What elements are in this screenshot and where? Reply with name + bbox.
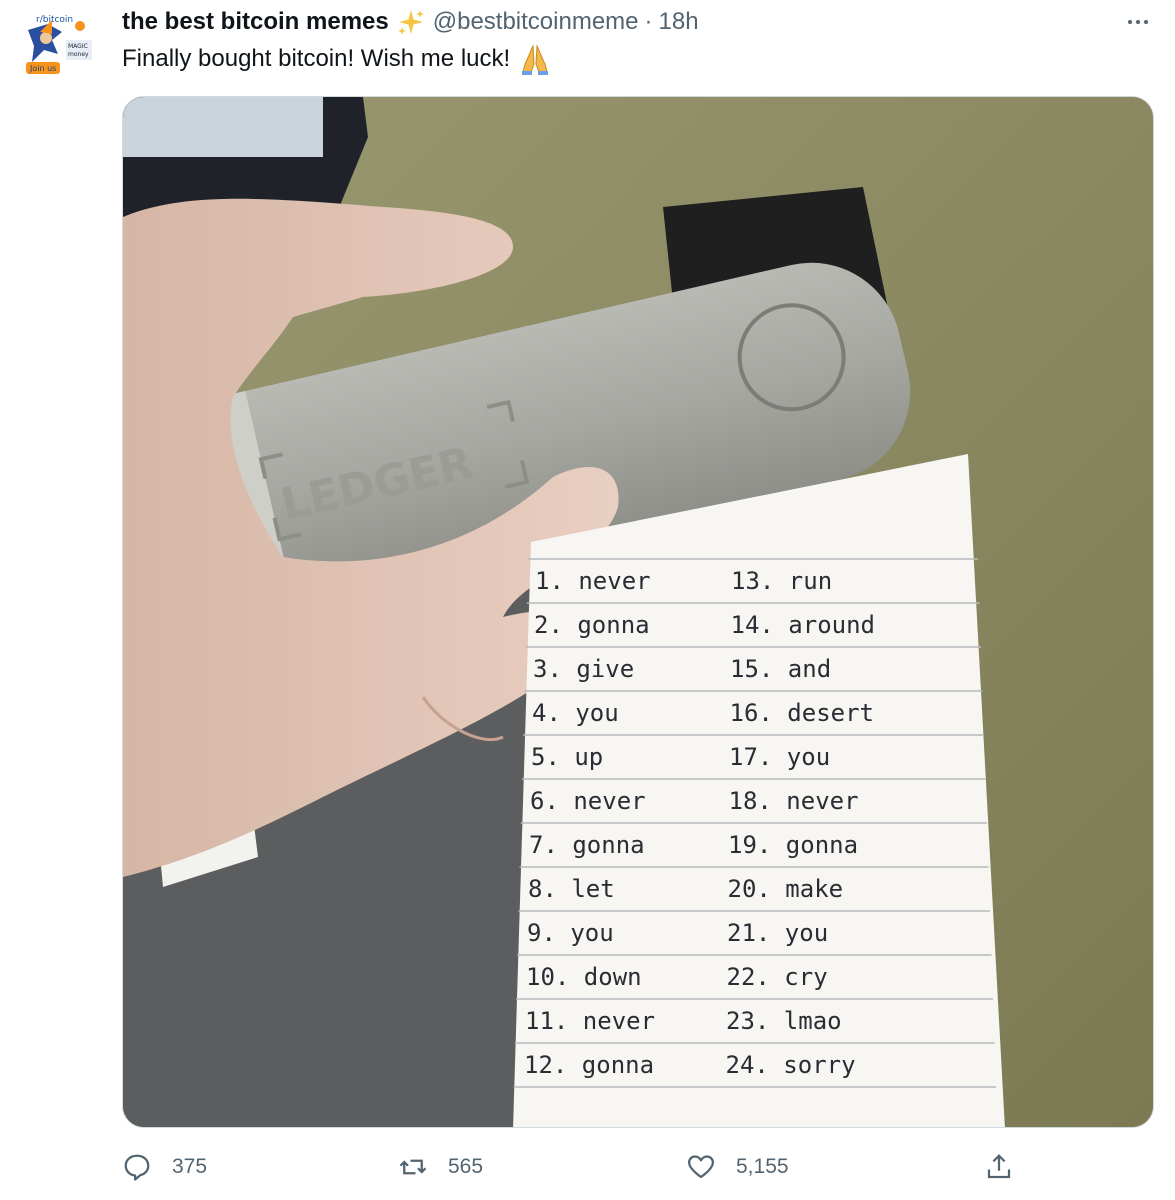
note-item-left: 1. never xyxy=(535,567,651,595)
note-item-left: 2. gonna xyxy=(534,611,650,639)
author-name[interactable]: the best bitcoin memes xyxy=(122,8,389,36)
share-icon xyxy=(987,1154,1011,1179)
avatar-caption-bottom: Join us xyxy=(29,64,56,73)
note-item-right: 20. make xyxy=(728,875,844,903)
dot-icon xyxy=(1144,20,1148,24)
laptop-screen xyxy=(123,97,323,157)
note-item-right: 19. gonna xyxy=(728,831,858,859)
note-item-right: 23. lmao xyxy=(726,1007,842,1035)
note-item-right: 17. you xyxy=(729,743,830,771)
note-item-left: 5. up xyxy=(531,743,603,771)
note-item-left: 10. down xyxy=(526,963,642,991)
note-item-left: 4. you xyxy=(532,699,619,727)
svg-text:money: money xyxy=(68,51,89,58)
tweet-header: the best bitcoin memes @bestbitcoinmeme … xyxy=(122,6,699,38)
note-item-left: 7. gonna xyxy=(529,831,645,859)
share-button[interactable] xyxy=(984,1150,1034,1184)
note-item-right: 16. desert xyxy=(730,699,875,727)
avatar[interactable]: r/bitcoin MAGIC money Join us xyxy=(22,10,98,78)
reply-icon xyxy=(124,1154,150,1181)
avatar-caption-top: r/bitcoin xyxy=(36,15,73,25)
note-item-right: 15. and xyxy=(730,655,831,683)
tweet-body: Finally bought bitcoin! Wish me luck! xyxy=(122,45,511,72)
retweet-button[interactable]: 565 xyxy=(398,1150,483,1184)
timestamp[interactable]: 18h xyxy=(659,8,699,36)
retweet-icon xyxy=(399,1159,427,1175)
like-count: 5,155 xyxy=(736,1155,789,1178)
note-item-right: 21. you xyxy=(727,919,828,947)
author-handle[interactable]: @bestbitcoinmeme xyxy=(433,8,639,36)
note-item-right: 14. around xyxy=(731,611,876,639)
tweet-photo[interactable]: tion LEDGER 1. never13. run2. gonna14. a… xyxy=(122,96,1154,1128)
note-item-left: 3. give xyxy=(533,655,634,683)
note-item-right: 13. run xyxy=(731,567,832,595)
dot-icon xyxy=(1128,20,1132,24)
sparkles-icon xyxy=(397,8,425,36)
note-item-left: 6. never xyxy=(530,787,646,815)
note-item-left: 12. gonna xyxy=(524,1051,654,1079)
reply-count: 375 xyxy=(172,1155,208,1178)
folded-hands-icon xyxy=(518,42,552,76)
note-item-right: 18. never xyxy=(729,787,859,815)
dot-icon xyxy=(1136,20,1140,24)
retweet-count: 565 xyxy=(448,1155,484,1178)
heart-icon xyxy=(688,1155,714,1179)
reply-button[interactable]: 375 xyxy=(122,1150,207,1184)
note-item-left: 9. you xyxy=(527,919,614,947)
note-item-left: 8. let xyxy=(528,875,615,903)
separator-dot: · xyxy=(644,8,653,35)
note-item-right: 22. cry xyxy=(727,963,828,991)
tweet-text: Finally bought bitcoin! Wish me luck! xyxy=(122,42,552,76)
note-item-right: 24. sorry xyxy=(726,1051,856,1079)
like-button[interactable]: 5,155 xyxy=(686,1150,789,1184)
tweet-actions: 375 565 5,155 xyxy=(122,1144,1022,1190)
svg-text:MAGIC: MAGIC xyxy=(68,43,88,50)
more-options-button[interactable] xyxy=(1118,8,1158,36)
note-item-left: 11. never xyxy=(525,1007,655,1035)
